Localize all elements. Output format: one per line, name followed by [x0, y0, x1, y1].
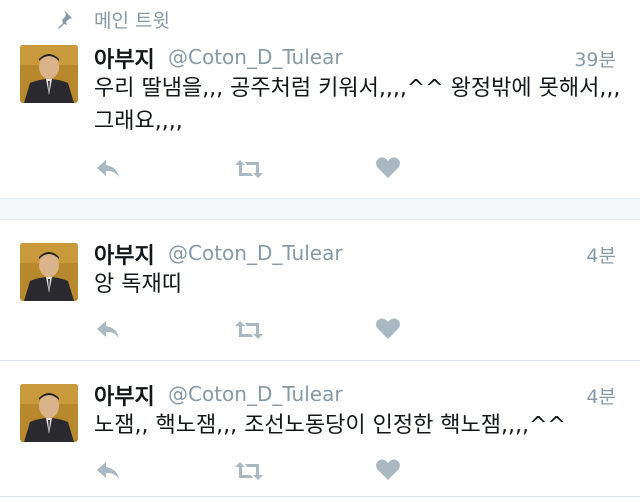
heart-icon[interactable] [374, 458, 402, 482]
display-name[interactable]: 아부지 [94, 379, 155, 411]
timestamp[interactable]: 4분 [586, 382, 616, 409]
avatar[interactable] [20, 384, 78, 442]
user-handle[interactable]: @Coton_D_Tulear [168, 382, 343, 406]
retweet-icon[interactable] [232, 459, 266, 483]
tweet[interactable]: 아부지 @Coton_D_Tulear 4분 노잼,, 핵노잼,,, 조선노동당… [0, 0, 640, 502]
divider [0, 496, 640, 497]
tweet-text: 노잼,, 핵노잼,,, 조선노동당이 인정한 핵노잼,,,,^^ [94, 413, 566, 438]
reply-icon[interactable] [94, 459, 122, 483]
